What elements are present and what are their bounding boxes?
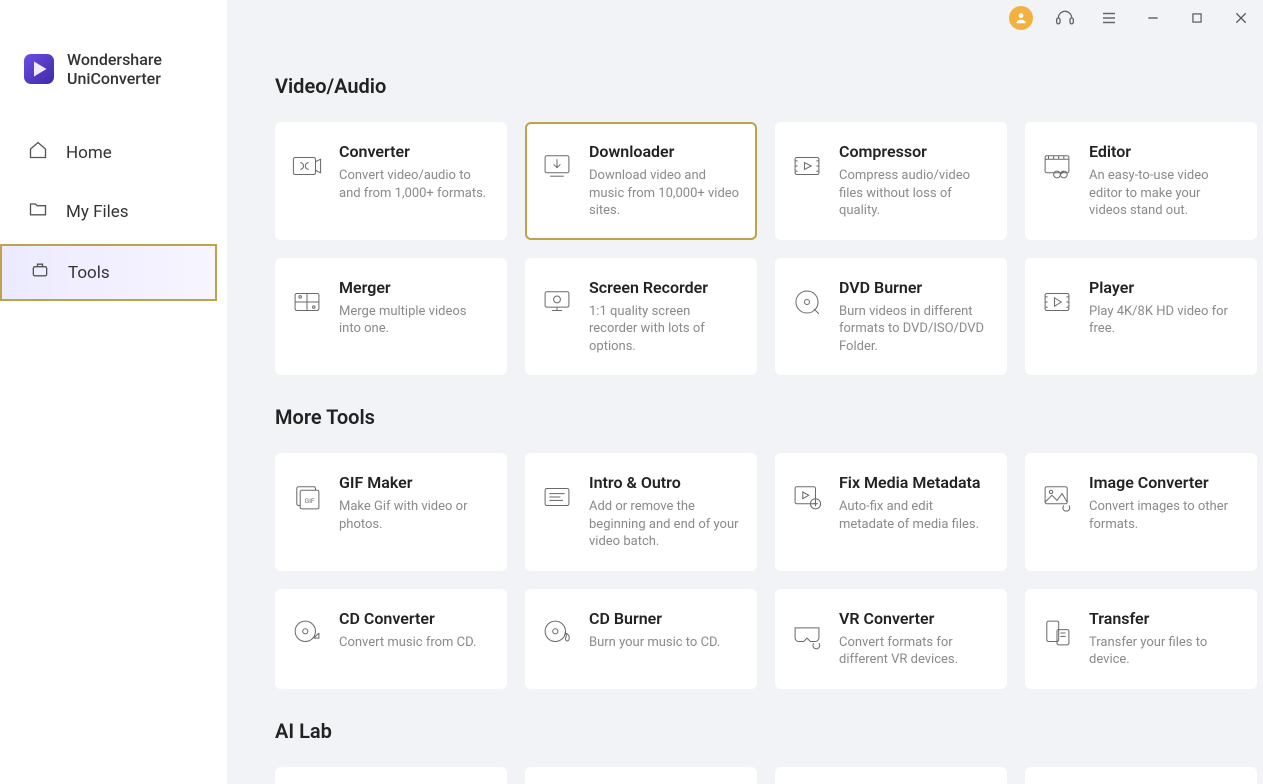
maximize-button[interactable]: [1185, 6, 1209, 30]
card-title: Merger: [339, 278, 491, 297]
card-desc: Convert formats for different VR devices…: [839, 634, 991, 669]
card-desc: Burn your music to CD.: [589, 634, 720, 652]
card-title: Player: [1089, 278, 1241, 297]
card-title: Transfer: [1089, 609, 1241, 628]
downloader-icon: [539, 148, 575, 184]
card-editor[interactable]: Editor An easy-to-use video editor to ma…: [1025, 122, 1257, 240]
home-icon: [28, 140, 48, 165]
transfer-icon: [1039, 615, 1075, 651]
card-gif-maker[interactable]: GIF GIF Maker Make Gif with video or pho…: [275, 453, 507, 571]
card-compressor[interactable]: Compressor Compress audio/video files wi…: [775, 122, 1007, 240]
dvd-burner-icon: [789, 284, 825, 320]
brand-line2: UniConverter: [67, 69, 162, 88]
section-heading-more-tools: More Tools: [275, 405, 1233, 429]
brand: Wondershare UniConverter: [24, 50, 227, 88]
card-smart-trimmer[interactable]: Smart Trimmer: [525, 767, 757, 784]
image-converter-icon: [1039, 479, 1075, 515]
card-desc: Merge multiple videos into one.: [339, 303, 491, 338]
card-title: Converter: [339, 142, 491, 161]
sidebar-item-home[interactable]: Home: [0, 126, 227, 179]
minimize-button[interactable]: [1141, 6, 1165, 30]
card-desc: An easy-to-use video editor to make your…: [1089, 167, 1241, 220]
card-transfer[interactable]: Transfer Transfer your files to device.: [1025, 589, 1257, 689]
vr-converter-icon: [789, 615, 825, 651]
card-subtitle-editor[interactable]: Subtitle Editor: [1025, 767, 1257, 784]
section-heading-ai-lab: AI Lab: [275, 719, 1233, 743]
sidebar-item-label: Home: [66, 143, 112, 163]
close-button[interactable]: [1229, 6, 1253, 30]
card-converter[interactable]: Converter Convert video/audio to and fro…: [275, 122, 507, 240]
titlebar: [1009, 6, 1253, 30]
card-desc: Add or remove the beginning and end of y…: [589, 498, 741, 551]
card-watermark-editor[interactable]: Watermark Editor: [275, 767, 507, 784]
brand-text: Wondershare UniConverter: [67, 50, 162, 88]
screen-recorder-icon: [539, 284, 575, 320]
compressor-icon: [789, 148, 825, 184]
card-desc: Play 4K/8K HD video for free.: [1089, 303, 1241, 338]
card-desc: Convert video/audio to and from 1,000+ f…: [339, 167, 491, 202]
card-intro-outro[interactable]: Intro & Outro Add or remove the beginnin…: [525, 453, 757, 571]
card-screen-recorder[interactable]: Screen Recorder 1:1 quality screen recor…: [525, 258, 757, 376]
grid-video-audio: Converter Convert video/audio to and fro…: [275, 122, 1233, 375]
card-title: CD Converter: [339, 609, 476, 628]
card-title: Image Converter: [1089, 473, 1241, 492]
card-downloader[interactable]: Downloader Download video and music from…: [525, 122, 757, 240]
card-auto-crop[interactable]: Auto Crop: [775, 767, 1007, 784]
card-title: DVD Burner: [839, 278, 991, 297]
card-title: Editor: [1089, 142, 1241, 161]
toolbox-icon: [30, 260, 50, 285]
card-title: Screen Recorder: [589, 278, 741, 297]
sidebar-item-my-files[interactable]: My Files: [0, 185, 227, 238]
card-desc: Convert music from CD.: [339, 634, 476, 652]
svg-text:GIF: GIF: [304, 497, 314, 505]
card-title: Compressor: [839, 142, 991, 161]
main-area: Video/Audio Converter Convert video/audi…: [227, 0, 1263, 784]
menu-icon[interactable]: [1097, 6, 1121, 30]
content-scroll: Video/Audio Converter Convert video/audi…: [227, 0, 1263, 784]
brand-logo-icon: [24, 54, 54, 84]
avatar[interactable]: [1009, 6, 1033, 30]
card-player[interactable]: Player Play 4K/8K HD video for free.: [1025, 258, 1257, 376]
card-desc: Convert images to other formats.: [1089, 498, 1241, 533]
card-desc: 1:1 quality screen recorder with lots of…: [589, 303, 741, 356]
section-heading-video-audio: Video/Audio: [275, 74, 1233, 98]
card-image-converter[interactable]: Image Converter Convert images to other …: [1025, 453, 1257, 571]
gif-maker-icon: GIF: [289, 479, 325, 515]
card-desc: Transfer your files to device.: [1089, 634, 1241, 669]
folder-icon: [28, 199, 48, 224]
card-cd-converter[interactable]: CD Converter Convert music from CD.: [275, 589, 507, 689]
sidebar-item-label: Tools: [68, 263, 110, 283]
card-dvd-burner[interactable]: DVD Burner Burn videos in different form…: [775, 258, 1007, 376]
converter-icon: [289, 148, 325, 184]
card-title: CD Burner: [589, 609, 720, 628]
card-title: GIF Maker: [339, 473, 491, 492]
editor-icon: [1039, 148, 1075, 184]
card-desc: Auto-fix and edit metadate of media file…: [839, 498, 991, 533]
intro-outro-icon: [539, 479, 575, 515]
card-merger[interactable]: Merger Merge multiple videos into one.: [275, 258, 507, 376]
sidebar: Wondershare UniConverter Home My Files T…: [0, 0, 227, 784]
card-desc: Burn videos in different formats to DVD/…: [839, 303, 991, 356]
card-desc: Make Gif with video or photos.: [339, 498, 491, 533]
card-title: Downloader: [589, 142, 741, 161]
card-fix-metadata[interactable]: Fix Media Metadata Auto-fix and edit met…: [775, 453, 1007, 571]
grid-ai-lab: Watermark Editor Smart Trimmer Auto Crop: [275, 767, 1233, 784]
card-title: Fix Media Metadata: [839, 473, 991, 492]
sidebar-item-label: My Files: [66, 202, 129, 222]
fix-metadata-icon: [789, 479, 825, 515]
sidebar-item-tools[interactable]: Tools: [0, 244, 217, 301]
card-cd-burner[interactable]: CD Burner Burn your music to CD.: [525, 589, 757, 689]
player-icon: [1039, 284, 1075, 320]
card-title: VR Converter: [839, 609, 991, 628]
support-icon[interactable]: [1053, 6, 1077, 30]
card-vr-converter[interactable]: VR Converter Convert formats for differe…: [775, 589, 1007, 689]
card-desc: Download video and music from 10,000+ vi…: [589, 167, 741, 220]
merger-icon: [289, 284, 325, 320]
cd-converter-icon: [289, 615, 325, 651]
card-desc: Compress audio/video files without loss …: [839, 167, 991, 220]
card-title: Intro & Outro: [589, 473, 741, 492]
brand-line1: Wondershare: [67, 50, 162, 69]
cd-burner-icon: [539, 615, 575, 651]
grid-more-tools: GIF GIF Maker Make Gif with video or pho…: [275, 453, 1233, 689]
